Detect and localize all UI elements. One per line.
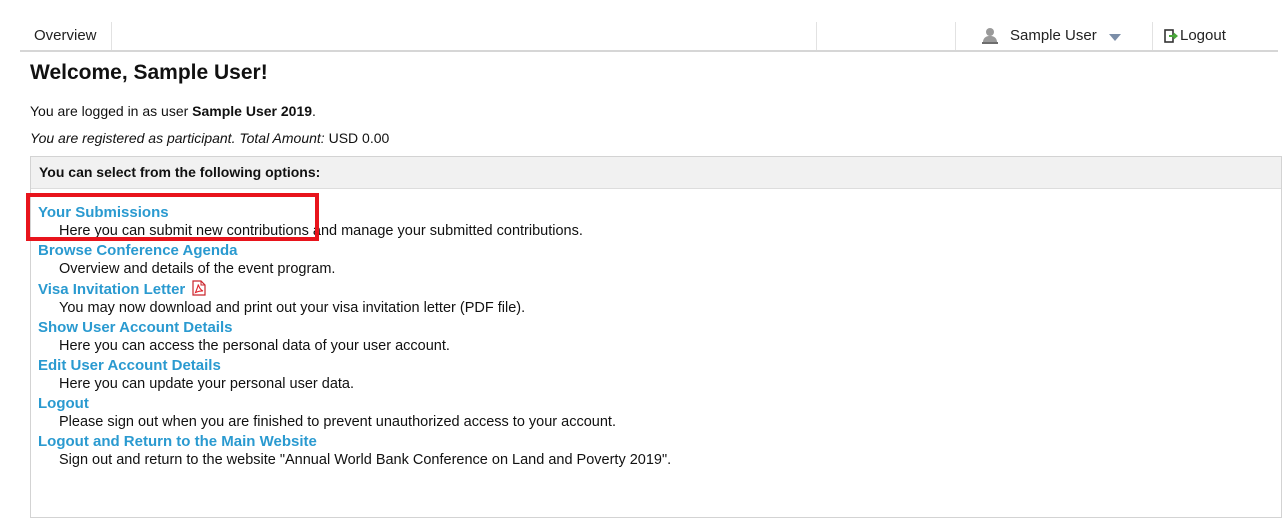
user-menu[interactable]: Sample User [982, 22, 1121, 50]
login-prefix: You are logged in as user [30, 103, 193, 119]
edit-account-link[interactable]: Edit User Account Details [38, 358, 221, 374]
option-show-account: Show User Account Details Here you can a… [38, 319, 1281, 355]
option-description: Here you can update your personal user d… [59, 376, 355, 392]
login-suffix: . [312, 103, 316, 119]
option-description: Here you can access the personal data of… [59, 338, 450, 354]
top-logout-link[interactable]: Logout [1164, 22, 1226, 50]
caret-down-icon[interactable] [1108, 33, 1121, 41]
login-username: Sample User 2019 [192, 103, 313, 119]
pdf-icon[interactable] [192, 280, 206, 296]
nav-separator [955, 22, 956, 50]
options-panel: You can select from the following option… [30, 156, 1282, 518]
browse-agenda-link[interactable]: Browse Conference Agenda [38, 243, 238, 259]
top-nav-bar: Overview Sample User Logout [20, 22, 1278, 52]
show-account-link[interactable]: Show User Account Details [38, 320, 233, 336]
option-logout: Logout Please sign out when you are fini… [38, 395, 1281, 431]
option-description: Sign out and return to the website "Annu… [59, 452, 672, 468]
user-icon [982, 27, 998, 45]
nav-separator [816, 22, 817, 50]
nav-overview-tab[interactable]: Overview [20, 22, 112, 50]
user-menu-label: Sample User [1010, 27, 1097, 44]
option-description: Here you can submit new contributions an… [59, 223, 583, 239]
registration-status: You are registered as participant. Total… [30, 130, 389, 146]
option-your-submissions: Your Submissions Here you can submit new… [38, 204, 1281, 240]
page-title: Welcome, Sample User! [30, 61, 268, 84]
option-description: You may now download and print out your … [59, 300, 526, 316]
logout-link[interactable]: Logout [38, 396, 89, 412]
nav-separator [1152, 22, 1153, 50]
option-description: Please sign out when you are finished to… [59, 414, 616, 430]
logout-return-link[interactable]: Logout and Return to the Main Website [38, 434, 317, 450]
option-logout-return: Logout and Return to the Main Website Si… [38, 433, 1281, 469]
option-edit-account: Edit User Account Details Here you can u… [38, 357, 1281, 393]
login-status: You are logged in as user Sample User 20… [30, 103, 316, 119]
your-submissions-link[interactable]: Your Submissions [38, 205, 169, 221]
top-logout-label: Logout [1180, 27, 1226, 44]
options-list: Your Submissions Here you can submit new… [31, 189, 1281, 469]
option-visa-letter: Visa Invitation Letter You may now downl… [38, 280, 1281, 317]
option-browse-agenda: Browse Conference Agenda Overview and de… [38, 242, 1281, 278]
registration-text: You are registered as participant. Total… [30, 130, 325, 146]
total-amount: USD 0.00 [324, 130, 390, 146]
option-description: Overview and details of the event progra… [59, 261, 336, 277]
visa-letter-link[interactable]: Visa Invitation Letter [38, 282, 185, 298]
options-header: You can select from the following option… [31, 157, 1281, 189]
logout-icon [1164, 29, 1178, 43]
